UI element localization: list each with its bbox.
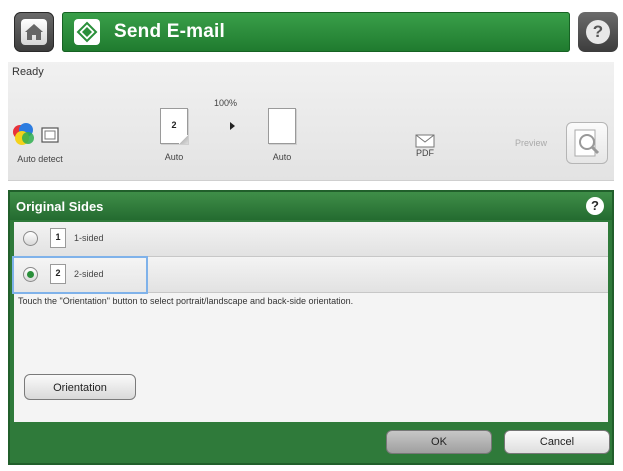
ok-button[interactable]: OK	[386, 430, 492, 454]
two-page-icon: 2	[50, 264, 66, 284]
title-bar: Send E-mail	[62, 12, 570, 52]
home-button[interactable]	[14, 12, 54, 52]
zoom-value: 100%	[214, 98, 238, 108]
send-email-screen: Send E-mail ? Ready Auto detect 2 Auto 1…	[0, 0, 623, 471]
panel-footer: OK Cancel	[14, 424, 610, 461]
one-page-icon: 1	[50, 228, 66, 248]
status-area: Ready Auto detect 2 Auto 100% Auto PDF P…	[8, 62, 614, 181]
page-number: 2	[171, 120, 177, 130]
cancel-button[interactable]: Cancel	[504, 430, 610, 454]
pdf-file-icon	[408, 134, 442, 148]
color-option-button[interactable]: Auto detect	[10, 122, 70, 164]
email-app-icon	[74, 19, 100, 45]
radio-2-sided[interactable]	[23, 267, 38, 282]
page-thumbnail: 2	[160, 108, 188, 144]
page-title: Send E-mail	[114, 21, 225, 42]
help-button[interactable]: ?	[578, 12, 618, 52]
help-icon: ?	[586, 20, 610, 44]
page-fold	[179, 135, 188, 144]
preview-label: Preview	[515, 138, 548, 148]
color-option-label: Auto detect	[17, 154, 63, 164]
panel-body: 1 1-sided 2 2-sided Touch the "Orientati…	[12, 222, 608, 422]
option-label-1-sided: 1-sided	[74, 233, 104, 243]
panel-header: Original Sides ?	[10, 192, 612, 220]
preview-button[interactable]	[566, 122, 608, 164]
panel-title: Original Sides	[16, 199, 104, 214]
file-type-label: PDF	[416, 148, 434, 158]
radio-1-sided[interactable]	[23, 231, 38, 246]
option-label-2-sided: 2-sided	[74, 269, 104, 279]
output-sides-label: Auto	[272, 152, 292, 162]
orientation-hint: Touch the "Orientation" button to select…	[18, 296, 354, 306]
panel-help-icon[interactable]: ?	[586, 197, 604, 215]
arrow-right-icon	[230, 122, 235, 130]
color-detect-icon	[10, 122, 70, 154]
header: Send E-mail ?	[4, 6, 619, 58]
original-sides-panel: Original Sides ? 1 1-sided 2 2-sided Tou…	[8, 190, 614, 465]
home-icon	[21, 19, 47, 45]
option-row-1-sided[interactable]: 1 1-sided	[14, 222, 608, 257]
magnifier-icon	[574, 129, 600, 157]
option-row-2-sided[interactable]: 2 2-sided	[12, 256, 608, 294]
output-page-thumbnail	[268, 108, 296, 144]
status-text: Ready	[12, 66, 44, 78]
file-type-button[interactable]: PDF	[408, 134, 442, 158]
orientation-button[interactable]: Orientation	[24, 374, 136, 400]
original-sides-label: Auto	[164, 152, 184, 162]
